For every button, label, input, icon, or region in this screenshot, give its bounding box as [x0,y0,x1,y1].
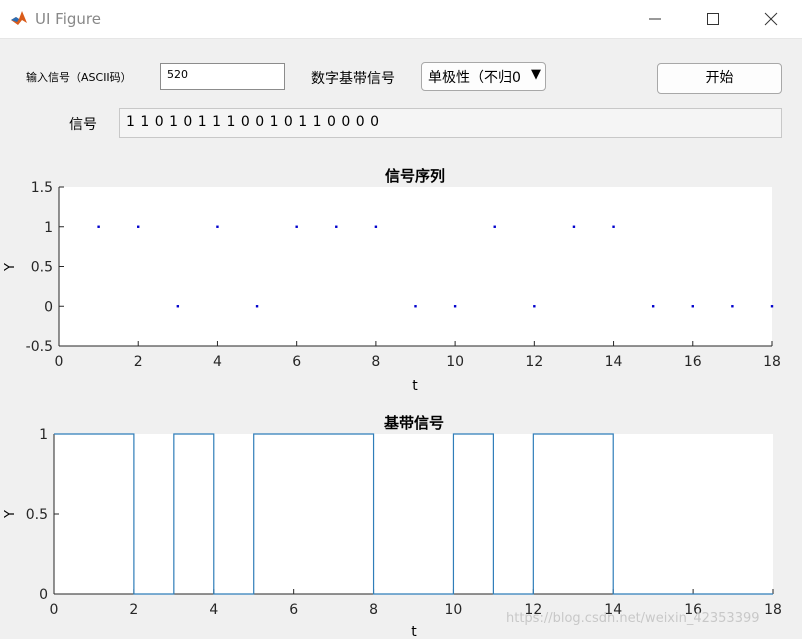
charts-canvas: 信号序列 t Y 0 2 4 6 8 10 12 14 16 18-0.500.511.5 基带信… [3,167,782,639]
data-point [731,305,734,308]
x-tick-label: 10 [445,602,463,618]
x-tick-label: 0 [55,354,64,370]
data-point [453,305,457,308]
data-point [533,305,536,308]
y-tick-label: 0 [44,299,53,315]
data-point [374,225,378,228]
baseband-signal-chart: 基带信号 t Y 0 2 4 6 8 10 12 14 16 1800.51 [3,414,782,639]
plot1-axes-area [59,187,772,346]
data-point [97,225,100,228]
data-point [493,225,496,228]
y-tick-label: 0 [39,587,48,603]
plot1-xlabel: t [412,378,418,394]
x-tick-label: 8 [369,602,378,618]
y-tick-label: -0.5 [26,339,53,355]
x-tick-label: 4 [213,354,222,370]
data-point [572,225,576,228]
x-tick-label: 2 [134,354,143,370]
data-point [216,225,219,228]
y-tick-label: 0.5 [26,507,48,523]
plot2-title: 基带信号 [383,414,444,432]
x-tick-label: 18 [763,354,781,370]
plot1-title: 信号序列 [385,167,445,185]
x-tick-label: 10 [446,354,464,370]
plot2-xlabel: t [411,624,417,639]
x-tick-label: 0 [50,602,59,618]
y-tick-label: 1 [44,220,53,236]
x-tick-label: 12 [525,354,543,370]
data-point [414,305,417,308]
x-tick-label: 16 [684,354,702,370]
data-point [137,225,140,228]
y-tick-label: 1 [39,427,48,443]
signal-sequence-chart: 信号序列 t Y 0 2 4 6 8 10 12 14 16 18-0.500.511.5 [3,167,781,394]
plot2-ylabel: Y [3,510,18,519]
x-tick-label: 6 [292,354,301,370]
plot2-axes-area [54,434,773,594]
x-tick-label: 14 [605,354,623,370]
x-tick-label: 18 [764,602,782,618]
data-point [295,225,298,228]
data-point [176,305,180,308]
data-point [651,305,655,308]
data-point [770,305,774,308]
data-point [691,305,694,308]
watermark-text: https://blog.csdn.net/weixin_42353399 [506,611,760,626]
x-tick-label: 8 [371,354,380,370]
data-point [335,225,338,228]
data-point [612,225,615,228]
y-tick-label: 1.5 [31,180,53,196]
plot1-ylabel: Y [3,263,18,272]
x-tick-label: 4 [209,602,218,618]
x-tick-label: 2 [129,602,138,618]
x-tick-label: 6 [289,602,298,618]
data-point [255,305,259,308]
y-tick-label: 0.5 [31,260,53,276]
